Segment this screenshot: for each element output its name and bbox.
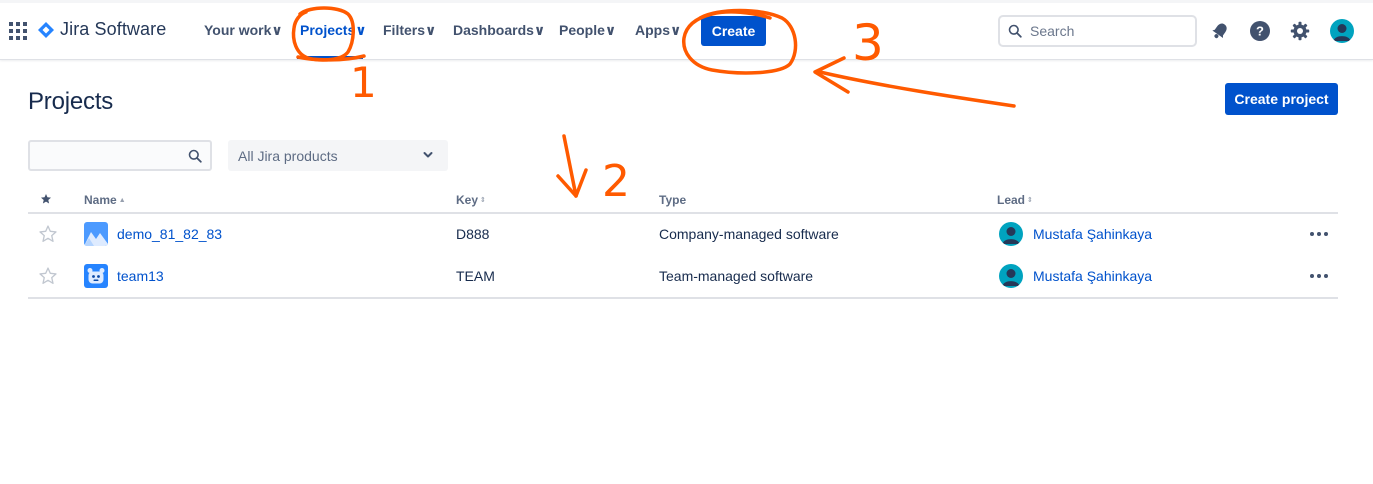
project-lead-cell: Mustafa Şahinkaya: [999, 213, 1152, 255]
project-key: TEAM: [456, 268, 495, 284]
key-column-header[interactable]: Key ⇕: [456, 193, 486, 207]
active-nav-indicator: [297, 56, 363, 59]
sort-ascending-icon: ▲: [118, 196, 126, 204]
annotation-arrowhead-down: [556, 168, 588, 198]
annotation-arrowhead-create: [813, 56, 850, 94]
star-icon: [41, 194, 51, 204]
name-header-label: Name: [84, 193, 117, 207]
nav-people-label: People: [559, 22, 605, 38]
annotation-arrow-down: [562, 134, 578, 198]
nav-filters[interactable]: Filters∨: [383, 22, 436, 39]
project-key: D888: [456, 226, 490, 242]
jira-diamond-icon: [38, 21, 54, 38]
create-project-button[interactable]: Create project: [1225, 83, 1338, 115]
table-row: team13 TEAM Team-managed software Mustaf…: [28, 255, 1338, 297]
annotation-label-2: 2: [602, 156, 630, 207]
table-bottom-divider: [28, 297, 1338, 299]
lead-column-header[interactable]: Lead ⇕: [997, 193, 1033, 207]
chevron-down-icon: ∨: [533, 22, 546, 38]
mountain-project-icon: [84, 222, 108, 246]
sort-icon: ⇕: [480, 196, 486, 204]
annotation-arrow-to-create: [818, 70, 1016, 108]
favorite-star-icon[interactable]: [38, 213, 58, 255]
chevron-down-icon: ∨: [355, 22, 367, 38]
lead-avatar[interactable]: [999, 222, 1023, 246]
jira-logo[interactable]: Jira Software: [38, 19, 166, 40]
nav-people[interactable]: People∨: [559, 22, 616, 39]
page-title: Projects: [28, 88, 114, 115]
project-name-cell: demo_81_82_83: [84, 213, 222, 255]
product-filter-select[interactable]: All Jira products: [228, 140, 448, 171]
robot-project-icon: [84, 264, 108, 288]
type-header-label: Type: [659, 193, 687, 207]
project-type: Team-managed software: [659, 268, 814, 284]
lead-header-label: Lead: [997, 193, 1026, 207]
key-header-label: Key: [456, 193, 479, 207]
type-column-header: Type: [659, 193, 686, 207]
sort-icon: ⇕: [1027, 196, 1033, 204]
nav-projects-label: Projects: [300, 22, 356, 38]
star-column-header: [40, 193, 52, 205]
chevron-down-icon: ∨: [670, 22, 682, 38]
nav-apps-label: Apps: [635, 22, 670, 38]
user-avatar[interactable]: [1330, 19, 1354, 43]
nav-dashboards[interactable]: Dashboards∨: [453, 22, 545, 39]
nav-dashboards-label: Dashboards: [453, 22, 534, 38]
lead-name-link[interactable]: Mustafa Şahinkaya: [1033, 268, 1152, 284]
more-actions-icon[interactable]: [1310, 213, 1328, 255]
nav-apps[interactable]: Apps∨: [635, 22, 681, 39]
chevron-down-icon: ∨: [604, 22, 617, 38]
svg-text:?: ?: [1256, 24, 1264, 39]
table-row: demo_81_82_83 D888 Company-managed softw…: [28, 213, 1338, 255]
search-icon: [1008, 24, 1022, 38]
nav-projects[interactable]: Projects∨: [300, 22, 367, 39]
project-name-cell: team13: [84, 255, 164, 297]
notifications-icon[interactable]: [1209, 20, 1231, 42]
brand-name: Jira Software: [60, 19, 167, 39]
annotation-label-1: 1: [350, 58, 377, 107]
favorite-star-icon[interactable]: [38, 255, 58, 297]
lead-name-link[interactable]: Mustafa Şahinkaya: [1033, 226, 1152, 242]
name-column-header[interactable]: Name ▲: [84, 193, 126, 207]
project-search-input[interactable]: [38, 147, 178, 163]
project-search-field[interactable]: [28, 140, 212, 171]
search-input[interactable]: [1030, 23, 1180, 39]
app-switcher-icon[interactable]: [9, 22, 27, 40]
project-lead-cell: Mustafa Şahinkaya: [999, 255, 1152, 297]
project-type: Company-managed software: [659, 226, 839, 242]
project-name-link[interactable]: team13: [117, 268, 164, 284]
chevron-down-icon: [423, 152, 433, 158]
more-actions-icon[interactable]: [1310, 255, 1328, 297]
nav-your-work[interactable]: Your work∨: [204, 22, 283, 39]
project-name-link[interactable]: demo_81_82_83: [117, 226, 222, 242]
nav-your-work-label: Your work: [204, 22, 272, 38]
lead-avatar[interactable]: [999, 264, 1023, 288]
global-search[interactable]: [998, 15, 1197, 47]
nav-filters-label: Filters: [383, 22, 426, 38]
chevron-down-icon: ∨: [271, 22, 283, 38]
product-filter-value: All Jira products: [238, 147, 338, 164]
search-icon: [188, 149, 202, 163]
help-icon[interactable]: ?: [1249, 20, 1271, 42]
chevron-down-icon: ∨: [425, 22, 437, 38]
settings-gear-icon[interactable]: [1289, 20, 1311, 42]
create-button[interactable]: Create: [701, 16, 766, 46]
top-navigation: Jira Software Your work∨ Projects∨ Filte…: [0, 0, 1373, 60]
